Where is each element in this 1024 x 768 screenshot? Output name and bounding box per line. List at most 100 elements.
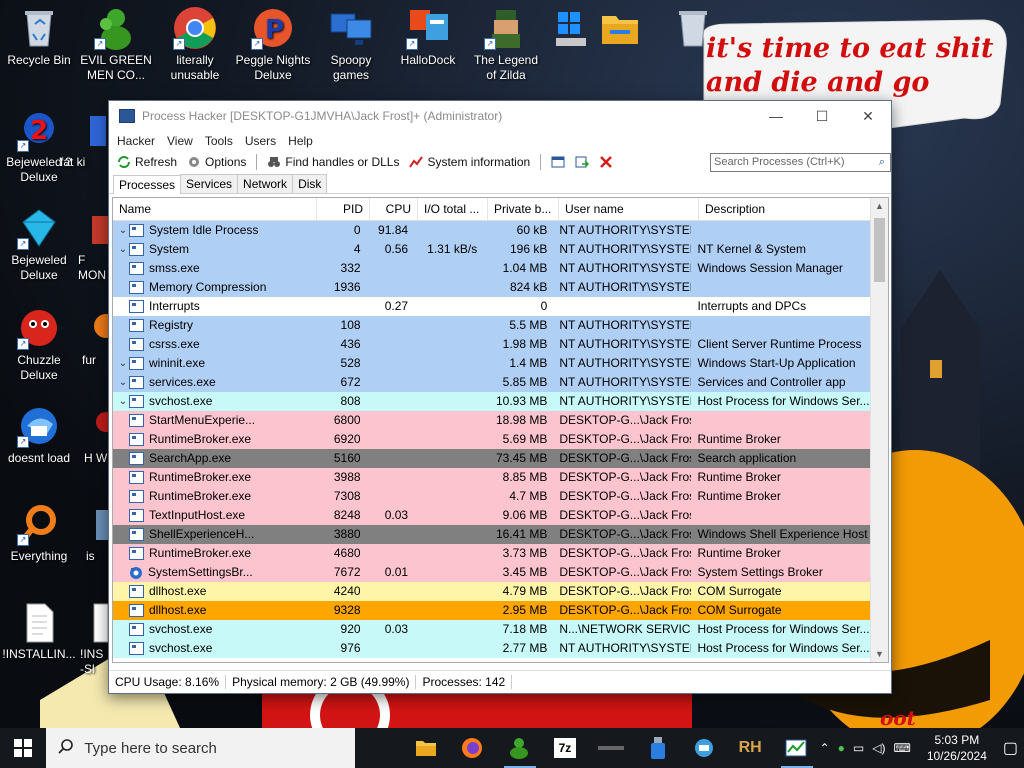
clock-date: 10/26/2024 <box>926 749 987 763</box>
process-description <box>691 221 870 240</box>
title-bar[interactable]: Process Hacker [DESKTOP-G1JMVHA\Jack Fro… <box>109 101 891 131</box>
table-row[interactable]: ShellExperienceH... 3880 16.41 MB DESKTOP-G… <box>113 525 870 544</box>
desktop-icon-spoopy-games[interactable]: Spoopy games <box>313 6 389 83</box>
table-row[interactable]: SearchApp.exe 5160 73.45 MB DESKTOP-G...\Ja… <box>113 449 870 468</box>
chevron-down-icon[interactable]: ⌄ <box>117 240 129 259</box>
desktop-icon-partial-h[interactable]: H W <box>84 404 116 466</box>
desktop-icon-legend-of-zilda[interactable]: ↗ The Legend of Zilda <box>468 6 544 83</box>
hallodock-icon[interactable] <box>681 728 727 768</box>
table-row[interactable]: Interrupts 0.27 0 Interrupts and DPCs <box>113 297 870 316</box>
column-header-description[interactable]: Description <box>699 198 880 220</box>
table-row[interactable]: SystemSettingsBr... 7672 0.01 3.45 MB DESKTO… <box>113 563 870 582</box>
menu-help[interactable]: Help <box>282 134 319 148</box>
column-header-cpu[interactable]: CPU <box>370 198 418 220</box>
table-row[interactable]: RuntimeBroker.exe 6920 5.69 MB DESKTOP-G...… <box>113 430 870 449</box>
close-button[interactable]: ✕ <box>845 101 891 131</box>
options-button[interactable]: Options <box>183 155 250 169</box>
table-row[interactable]: TextInputHost.exe 8248 0.03 9.06 MB DESKTOP-… <box>113 506 870 525</box>
vertical-scrollbar[interactable]: ▲ ▼ <box>870 198 888 662</box>
7zip-icon[interactable]: 7z <box>542 728 588 768</box>
table-row[interactable]: ⌄ System 4 0.56 1.31 kB/s 196 kB NT AUTHORITY\… <box>113 240 870 259</box>
scrollbar-thumb[interactable] <box>874 218 885 282</box>
find-window-button[interactable] <box>571 155 593 169</box>
tab-services[interactable]: Services <box>180 174 239 193</box>
table-row[interactable]: RuntimeBroker.exe 3988 8.85 MB DESKTOP-G...… <box>113 468 870 487</box>
column-header-user-name[interactable]: User name <box>559 198 699 220</box>
table-row[interactable]: svchost.exe 920 0.03 7.18 MB N...\NETWORK SE… <box>113 620 870 639</box>
desktop-icon-chrome[interactable]: ↗ literally unusable <box>157 6 233 83</box>
file-explorer-icon[interactable] <box>403 728 449 768</box>
find-handles-button[interactable]: Find handles or DLLs <box>263 155 403 169</box>
minimize-button[interactable]: — <box>753 101 799 131</box>
process-hacker-icon[interactable] <box>773 728 819 768</box>
green-men-icon[interactable] <box>496 728 542 768</box>
system-information-button[interactable]: System information <box>405 155 534 169</box>
network-icon[interactable]: ▭ <box>853 741 864 755</box>
table-row[interactable]: RuntimeBroker.exe 4680 3.73 MB DESKTOP-G...… <box>113 544 870 563</box>
desktop-icon-recycle-bin[interactable]: Recycle Bin <box>1 6 77 68</box>
table-row[interactable]: RuntimeBroker.exe 7308 4.7 MB DESKTOP-G...\… <box>113 487 870 506</box>
menu-hacker[interactable]: Hacker <box>111 134 161 148</box>
desktop-icon-partial-mon[interactable]: F MON <box>78 206 110 283</box>
chevron-up-icon[interactable]: ⌃ <box>820 741 830 755</box>
desktop-icon-partial-fur[interactable]: fur <box>82 306 118 368</box>
menu-view[interactable]: View <box>161 134 199 148</box>
table-row[interactable]: svchost.exe 976 2.77 MB NT AUTHORITY\SYSTEM… <box>113 639 870 658</box>
chevron-down-icon[interactable]: ⌄ <box>117 373 129 392</box>
firefox-icon[interactable] <box>449 728 495 768</box>
table-row[interactable]: Registry 108 5.5 MB NT AUTHORITY\SYSTEM <box>113 316 870 335</box>
keyboard-icon[interactable]: ⌨ <box>894 741 911 755</box>
table-row[interactable]: ⌄ svchost.exe 808 10.93 MB NT AUTHORITY\SYST… <box>113 392 870 411</box>
table-row[interactable]: smss.exe 332 1.04 MB NT AUTHORITY\SYSTEM Win… <box>113 259 870 278</box>
scroll-down-icon[interactable]: ▼ <box>871 646 888 662</box>
desktop-icon-partial-ins[interactable]: !INS -Sl <box>80 600 110 677</box>
desktop-icon-chuzzle[interactable]: ↗ Chuzzle Deluxe <box>1 306 77 383</box>
desktop-icon-bejeweled[interactable]: ↗ Bejeweled Deluxe <box>1 206 77 283</box>
table-row[interactable]: ⌄ services.exe 672 5.85 MB NT AUTHORITY\SYST… <box>113 373 870 392</box>
column-header-private-bytes[interactable]: Private b... <box>488 198 559 220</box>
table-row[interactable]: ⌄ wininit.exe 528 1.4 MB NT AUTHORITY\SYSTEM… <box>113 354 870 373</box>
menu-tools[interactable]: Tools <box>199 134 239 148</box>
desktop-icon-partial-fat[interactable]: fat ki <box>60 108 110 170</box>
search-input[interactable]: Search Processes (Ctrl+K) ⌕ <box>710 152 891 172</box>
table-row[interactable]: Memory Compression 1936 824 kB NT AUTHORITY… <box>113 278 870 297</box>
desktop-icon-installing[interactable]: !INSTALLIN... <box>1 600 77 662</box>
table-row[interactable]: ⌄ System Idle Process 0 91.84 60 kB NT AUTHOR… <box>113 221 870 240</box>
table-row[interactable]: StartMenuExperie... 6800 18.98 MB DESKTOP-G… <box>113 411 870 430</box>
maximize-button[interactable]: ☐ <box>799 101 845 131</box>
tab-disk[interactable]: Disk <box>292 174 328 193</box>
notifications-icon[interactable]: ▢ <box>1003 738 1018 758</box>
chevron-down-icon[interactable]: ⌄ <box>117 354 129 373</box>
desktop-icon-evil-green-men[interactable]: ↗ EVIL GREEN MEN CO... <box>78 6 154 83</box>
chevron-down-icon[interactable]: ⌄ <box>117 392 129 411</box>
column-header-io-total[interactable]: I/O total ... <box>418 198 488 220</box>
chevron-down-icon[interactable]: ⌄ <box>117 221 129 240</box>
volume-icon[interactable]: ◁) <box>872 741 885 755</box>
desktop-icon-peggle[interactable]: P ↗ Peggle Nights Deluxe <box>235 6 311 83</box>
column-header-name[interactable]: Name <box>113 198 317 220</box>
scroll-up-icon[interactable]: ▲ <box>871 198 888 214</box>
chain-icon[interactable] <box>588 728 634 768</box>
desktop-icon-recycle-bin-2[interactable] <box>655 6 731 53</box>
column-header-pid[interactable]: PID <box>317 198 370 220</box>
desktop-icon-everything[interactable]: ↗ Everything <box>1 502 77 564</box>
desktop-icon-doesnt-load[interactable]: ↗ doesnt load <box>1 404 77 466</box>
taskbar-clock[interactable]: 5:03 PM 10/26/2024 <box>919 732 995 764</box>
desktop-icon-hallodock[interactable]: ↗ HalloDock <box>390 6 466 68</box>
taskbar-search-box[interactable]: Type here to search <box>46 728 355 768</box>
tab-network[interactable]: Network <box>237 174 294 193</box>
refresh-button[interactable]: Refresh <box>113 155 181 169</box>
table-row[interactable]: dllhost.exe 4240 4.79 MB DESKTOP-G...\Jack … <box>113 582 870 601</box>
window-button[interactable] <box>547 155 569 169</box>
desktop-icon-partial-is[interactable]: is <box>86 502 110 564</box>
tab-processes[interactable]: Processes <box>113 175 182 194</box>
table-row[interactable]: dllhost.exe 9328 2.95 MB DESKTOP-G...\Jack … <box>113 601 870 620</box>
menu-users[interactable]: Users <box>239 134 282 148</box>
rh-icon[interactable]: RH <box>727 728 773 768</box>
people-icon[interactable]: ● <box>838 741 845 755</box>
desktop-icon-folder[interactable] <box>582 6 658 53</box>
table-row[interactable]: csrss.exe 436 1.98 MB NT AUTHORITY\SYSTEM Cl… <box>113 335 870 354</box>
terminate-button[interactable] <box>595 155 617 169</box>
start-button[interactable] <box>0 728 46 768</box>
usb-icon[interactable] <box>634 728 680 768</box>
